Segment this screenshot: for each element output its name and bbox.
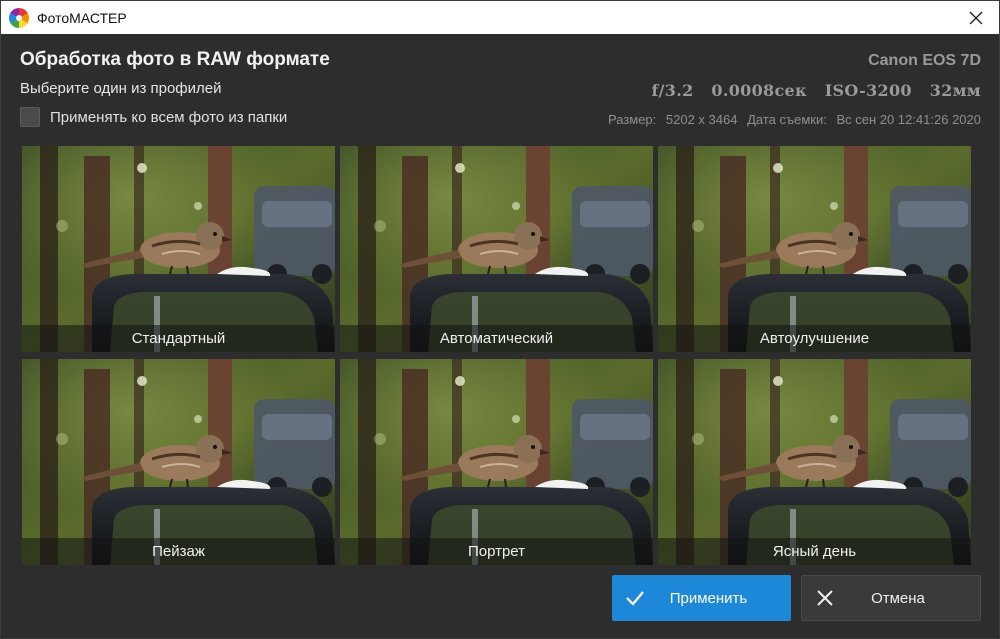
title-bar: ФотоМАСТЕР [1,1,999,34]
sparrow-photo [22,146,335,352]
close-icon [817,590,833,606]
profile-label: Ясный день [658,538,971,565]
apply-label: Применить [669,589,748,607]
profile-label: Автоулучшение [658,325,971,352]
app-logo-icon [9,7,29,28]
apply-button[interactable]: Применить [612,575,791,621]
profile-landscape[interactable]: Пейзаж [22,359,335,565]
checkmark-icon [626,591,644,606]
profile-grid: Стандартный Автоматический Автоулучшение… [22,146,971,565]
profile-clear-day[interactable]: Ясный день [658,359,971,565]
focal-length-value: 32мм [929,81,981,100]
cancel-button[interactable]: Отмена [801,575,981,621]
aperture-value: f/3.2 [651,81,694,100]
page-subtitle: Выберите один из профилей [20,80,222,97]
close-icon [969,11,983,24]
shutter-value: 0.0008сек [711,81,807,100]
close-button[interactable] [953,1,999,34]
sparrow-photo [22,359,335,565]
profile-standard[interactable]: Стандартный [22,146,335,352]
size-label: Размер: [607,112,657,127]
exif-info: f/3.2 0.0008сек ISO-3200 32мм [639,81,981,100]
window-title: ФотоМАСТЕР [37,9,127,26]
sparrow-photo [340,359,653,565]
profile-label: Автоматический [340,325,653,352]
profile-label: Пейзаж [22,538,335,565]
dialog-window: ФотоМАСТЕР Обработка фото в RAW формате … [0,0,1000,639]
profile-auto-enhance[interactable]: Автоулучшение [658,146,971,352]
iso-value: ISO-3200 [824,81,912,100]
profile-automatic[interactable]: Автоматический [340,146,653,352]
sparrow-photo [340,146,653,352]
profile-portrait[interactable]: Портрет [340,359,653,565]
sparrow-photo [658,359,971,565]
sparrow-photo [658,146,971,352]
apply-all-option[interactable]: Применять ко всем фото из папки [20,107,287,127]
date-value: Вс сен 20 12:41:26 2020 [836,112,981,127]
apply-all-label: Применять ко всем фото из папки [50,108,288,126]
apply-all-checkbox[interactable] [20,107,40,127]
profile-label: Портрет [340,538,653,565]
size-value: 5202 x 3464 [665,112,738,127]
page-title: Обработка фото в RAW формате [20,49,330,70]
image-meta: Размер: 5202 x 3464 Дата съемки: Вс сен … [602,112,981,127]
camera-model: Canon EOS 7D [868,52,981,69]
profile-label: Стандартный [22,325,335,352]
date-label: Дата съемки: [747,112,827,127]
cancel-label: Отмена [871,589,925,607]
